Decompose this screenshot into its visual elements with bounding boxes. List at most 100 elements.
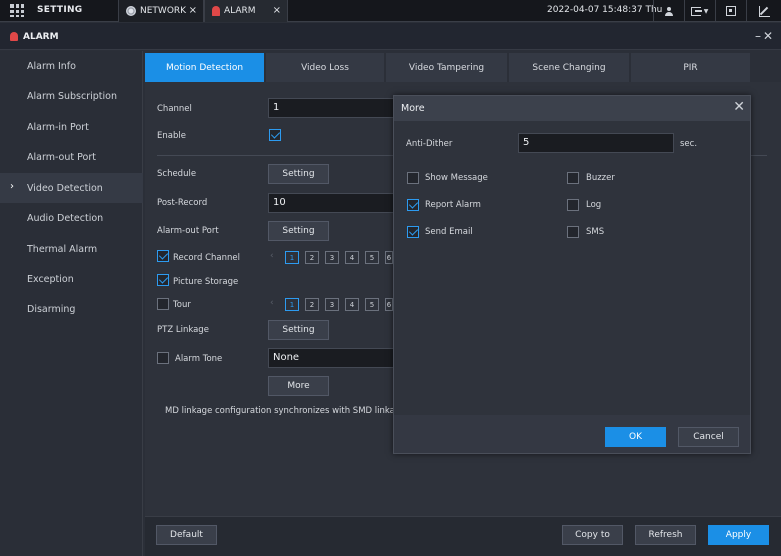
anti-dither-input[interactable]: 5 — [518, 133, 674, 153]
sidebar-item-exception[interactable]: Exception — [0, 264, 143, 294]
tour-channel-6[interactable]: 6 — [385, 298, 393, 311]
alarm-tone-checkbox[interactable] — [157, 352, 169, 364]
tab-network[interactable]: NETWORK × — [118, 0, 204, 22]
tour-channel-2[interactable]: 2 — [305, 298, 319, 311]
tour-channel-3[interactable]: 3 — [325, 298, 339, 311]
sidebar-item-audio-detection[interactable]: Audio Detection — [0, 203, 143, 233]
app-title: SETTING — [37, 5, 83, 15]
post-record-input[interactable]: 10 — [268, 193, 398, 213]
window-controls[interactable]: –✕ — [755, 29, 775, 43]
show-message-label: Show Message — [425, 173, 488, 183]
tab-pir[interactable]: PIR — [631, 53, 751, 82]
picture-storage-label: Picture Storage — [173, 277, 239, 287]
sidebar-item-alarm-in-port[interactable]: Alarm-in Port — [0, 112, 143, 142]
cancel-button[interactable]: Cancel — [678, 427, 739, 447]
sidebar-item-label: Alarm-out Port — [27, 152, 96, 163]
record-channel-checkbox[interactable] — [157, 250, 169, 262]
detection-tabs: Motion Detection Video Loss Video Tamper… — [145, 53, 751, 82]
default-button[interactable]: Default — [156, 525, 217, 545]
alarm-tone-label: Alarm Tone — [175, 354, 223, 364]
tab-video-tampering[interactable]: Video Tampering — [386, 53, 508, 82]
copy-to-button[interactable]: Copy to — [562, 525, 623, 545]
close-icon[interactable]: ✕ — [733, 99, 745, 115]
alarm-icon — [10, 32, 18, 41]
record-channel-1[interactable]: 1 — [285, 251, 299, 264]
tab-alarm-close-icon[interactable]: × — [273, 5, 281, 16]
tab-scene-changing[interactable]: Scene Changing — [509, 53, 630, 82]
tab-network-close-icon[interactable]: × — [189, 5, 197, 16]
tour-channel-1[interactable]: 1 — [285, 298, 299, 311]
anti-dither-unit: sec. — [680, 139, 698, 149]
alarm-tone-select[interactable]: None — [268, 348, 398, 368]
sidebar-item-disarming[interactable]: Disarming — [0, 294, 143, 324]
picture-storage-checkbox[interactable] — [157, 274, 169, 286]
ptz-linkage-label: PTZ Linkage — [157, 325, 209, 335]
user-button[interactable] — [653, 0, 683, 22]
record-channel-3[interactable]: 3 — [325, 251, 339, 264]
chevron-left-icon[interactable]: ‹ — [270, 298, 274, 308]
edit-icon — [758, 5, 770, 17]
logout-button[interactable]: ▼ — [684, 0, 714, 22]
sidebar-item-thermal-alarm[interactable]: Thermal Alarm — [0, 234, 143, 264]
ptz-setting-button[interactable]: Setting — [268, 320, 329, 340]
logout-icon — [690, 6, 702, 16]
more-dialog: More ✕ Anti-Dither 5 sec. Show Message R… — [393, 95, 751, 454]
tour-channel-4[interactable]: 4 — [345, 298, 359, 311]
alarm-out-port-label: Alarm-out Port — [157, 226, 219, 236]
sidebar: Alarm Info Alarm Subscription Alarm-in P… — [0, 51, 143, 556]
system-datetime: 2022-04-07 15:48:37 Thu — [547, 5, 663, 15]
sidebar-item-video-detection[interactable]: › Video Detection — [0, 173, 143, 203]
sidebar-item-label: Video Detection — [27, 183, 103, 194]
edit-button[interactable] — [746, 0, 781, 22]
report-alarm-label: Report Alarm — [425, 200, 481, 210]
log-checkbox[interactable] — [567, 199, 579, 211]
channel-select[interactable]: 1 — [268, 98, 398, 118]
show-message-checkbox[interactable] — [407, 172, 419, 184]
schedule-label: Schedule — [157, 169, 197, 179]
tab-alarm-label: ALARM — [224, 6, 256, 16]
tab-alarm[interactable]: ALARM × — [204, 0, 288, 22]
send-email-checkbox[interactable] — [407, 226, 419, 238]
tour-channel-5[interactable]: 5 — [365, 298, 379, 311]
qr-code-icon — [725, 6, 736, 16]
record-channel-2[interactable]: 2 — [305, 251, 319, 264]
anti-dither-label: Anti-Dither — [406, 139, 453, 149]
network-icon — [126, 6, 136, 16]
tab-motion-detection[interactable]: Motion Detection — [145, 53, 265, 82]
chevron-right-icon: › — [10, 181, 14, 192]
ok-button[interactable]: OK — [605, 427, 666, 447]
sidebar-item-label: Alarm Subscription — [27, 91, 117, 102]
send-email-label: Send Email — [425, 227, 473, 237]
main-menu-grid-icon[interactable] — [10, 4, 24, 17]
schedule-setting-button[interactable]: Setting — [268, 164, 329, 184]
sidebar-item-label: Alarm Info — [27, 61, 76, 72]
report-alarm-checkbox[interactable] — [407, 199, 419, 211]
tour-checkbox[interactable] — [157, 298, 169, 310]
record-channel-label: Record Channel — [173, 253, 240, 263]
more-button[interactable]: More — [268, 376, 329, 396]
alarm-icon — [212, 6, 220, 16]
tour-label: Tour — [173, 300, 191, 310]
enable-label: Enable — [157, 131, 186, 141]
qr-code-button[interactable] — [715, 0, 745, 22]
sidebar-item-label: Disarming — [27, 304, 76, 315]
dialog-header: More ✕ — [394, 96, 750, 121]
buzzer-checkbox[interactable] — [567, 172, 579, 184]
refresh-button[interactable]: Refresh — [635, 525, 696, 545]
tab-video-loss[interactable]: Video Loss — [266, 53, 385, 82]
chevron-left-icon[interactable]: ‹ — [270, 251, 274, 261]
sidebar-item-alarm-info[interactable]: Alarm Info — [0, 51, 143, 81]
alarm-out-setting-button[interactable]: Setting — [268, 221, 329, 241]
sms-checkbox[interactable] — [567, 226, 579, 238]
enable-checkbox[interactable] — [269, 129, 281, 141]
dialog-title: More — [401, 103, 425, 114]
record-channel-4[interactable]: 4 — [345, 251, 359, 264]
record-channel-6[interactable]: 6 — [385, 251, 393, 264]
sidebar-item-alarm-subscription[interactable]: Alarm Subscription — [0, 81, 143, 111]
log-label: Log — [586, 200, 602, 210]
top-bar: SETTING NETWORK × ALARM × 2022-04-07 15:… — [0, 0, 781, 22]
user-icon — [664, 6, 673, 16]
sidebar-item-alarm-out-port[interactable]: Alarm-out Port — [0, 142, 143, 172]
apply-button[interactable]: Apply — [708, 525, 769, 545]
record-channel-5[interactable]: 5 — [365, 251, 379, 264]
